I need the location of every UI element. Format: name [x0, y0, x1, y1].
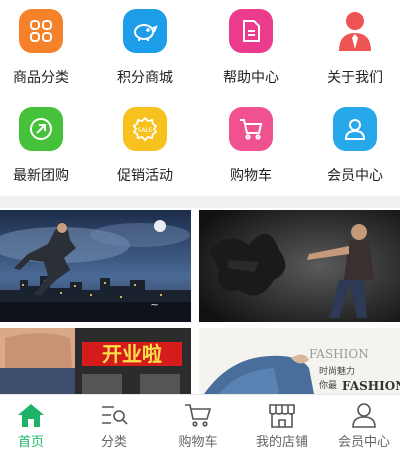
grid-item-label: 积分商城: [117, 70, 173, 86]
banner-night-city[interactable]: ~: [0, 210, 191, 322]
tab-label: 购物车: [178, 435, 218, 450]
grid-item-category[interactable]: 商品分类: [0, 0, 91, 98]
grid-item-points-mall[interactable]: 积分商城: [95, 0, 195, 98]
grid-item-label: 帮助中心: [223, 70, 279, 86]
tab-my-store[interactable]: 我的店铺: [242, 395, 322, 450]
member-user-icon: [333, 107, 377, 151]
fashion-watermark: FASHION: [309, 347, 369, 361]
tab-label: 首页: [17, 435, 44, 450]
tab-member-center[interactable]: 会员中心: [324, 395, 400, 450]
tab-label: 会员中心: [337, 435, 390, 450]
tab-label: 我的店铺: [255, 435, 308, 450]
grid-item-shopping-cart[interactable]: 购物车: [201, 98, 301, 196]
arrow-up-right-icon: [19, 107, 63, 151]
grid-item-member-center[interactable]: 会员中心: [305, 98, 400, 196]
tab-cart[interactable]: 购物车: [158, 395, 238, 450]
home-icon: [16, 401, 46, 429]
sale-tag-icon: SALE: [123, 107, 167, 151]
document-help-icon: [229, 9, 273, 53]
tab-label: 分类: [100, 435, 127, 450]
bottom-tab-bar: 首页 分类 购物车 我的店铺 会员中心: [0, 394, 400, 450]
store-icon: [267, 401, 297, 429]
grid-item-label: 关于我们: [327, 70, 383, 86]
grid-item-label: 购物车: [230, 168, 272, 184]
grid-item-about-us[interactable]: 关于我们: [305, 0, 400, 98]
shopping-cart-icon: [229, 107, 273, 151]
grid-item-label: 会员中心: [327, 168, 383, 184]
grid-item-label: 最新团购: [13, 168, 69, 184]
grid-item-label: 商品分类: [13, 70, 69, 86]
section-divider: [0, 196, 400, 208]
banner-fashion[interactable]: FASHION 时尚魅力 你最 FASHION: [199, 328, 400, 394]
promo-banners: ~ 开业啦 FASHION 时尚魅力 你最 FASHION: [0, 208, 400, 394]
fashion-tagline: 时尚魅力: [319, 365, 355, 377]
category-grid-icon: [19, 9, 63, 53]
fashion-tagline-2: 你最: [319, 379, 337, 391]
category-list-icon: [99, 401, 129, 429]
piggy-bank-icon: [123, 9, 167, 53]
grid-item-group-buy[interactable]: 最新团购: [0, 98, 91, 196]
svg-text:~: ~: [150, 298, 159, 311]
person-tie-icon: [333, 9, 377, 53]
svg-text:SALE: SALE: [137, 127, 152, 134]
shortcut-grid: 商品分类 积分商城 帮助中心 关于我们 最新团购 SALE 促销活动 购物车 会…: [0, 0, 400, 196]
fashion-headline: FASHION: [342, 379, 400, 393]
user-icon: [349, 401, 379, 429]
tab-home[interactable]: 首页: [0, 395, 71, 450]
banner-ink-splash[interactable]: [199, 210, 400, 322]
grid-item-promotions[interactable]: SALE 促销活动: [95, 98, 195, 196]
grid-item-label: 促销活动: [117, 168, 173, 184]
cart-icon: [183, 401, 213, 429]
banner-opening-promo[interactable]: 开业啦: [0, 328, 191, 394]
promo-banner-text: 开业啦: [102, 342, 162, 366]
tab-category[interactable]: 分类: [74, 395, 154, 450]
grid-item-help-center[interactable]: 帮助中心: [201, 0, 301, 98]
